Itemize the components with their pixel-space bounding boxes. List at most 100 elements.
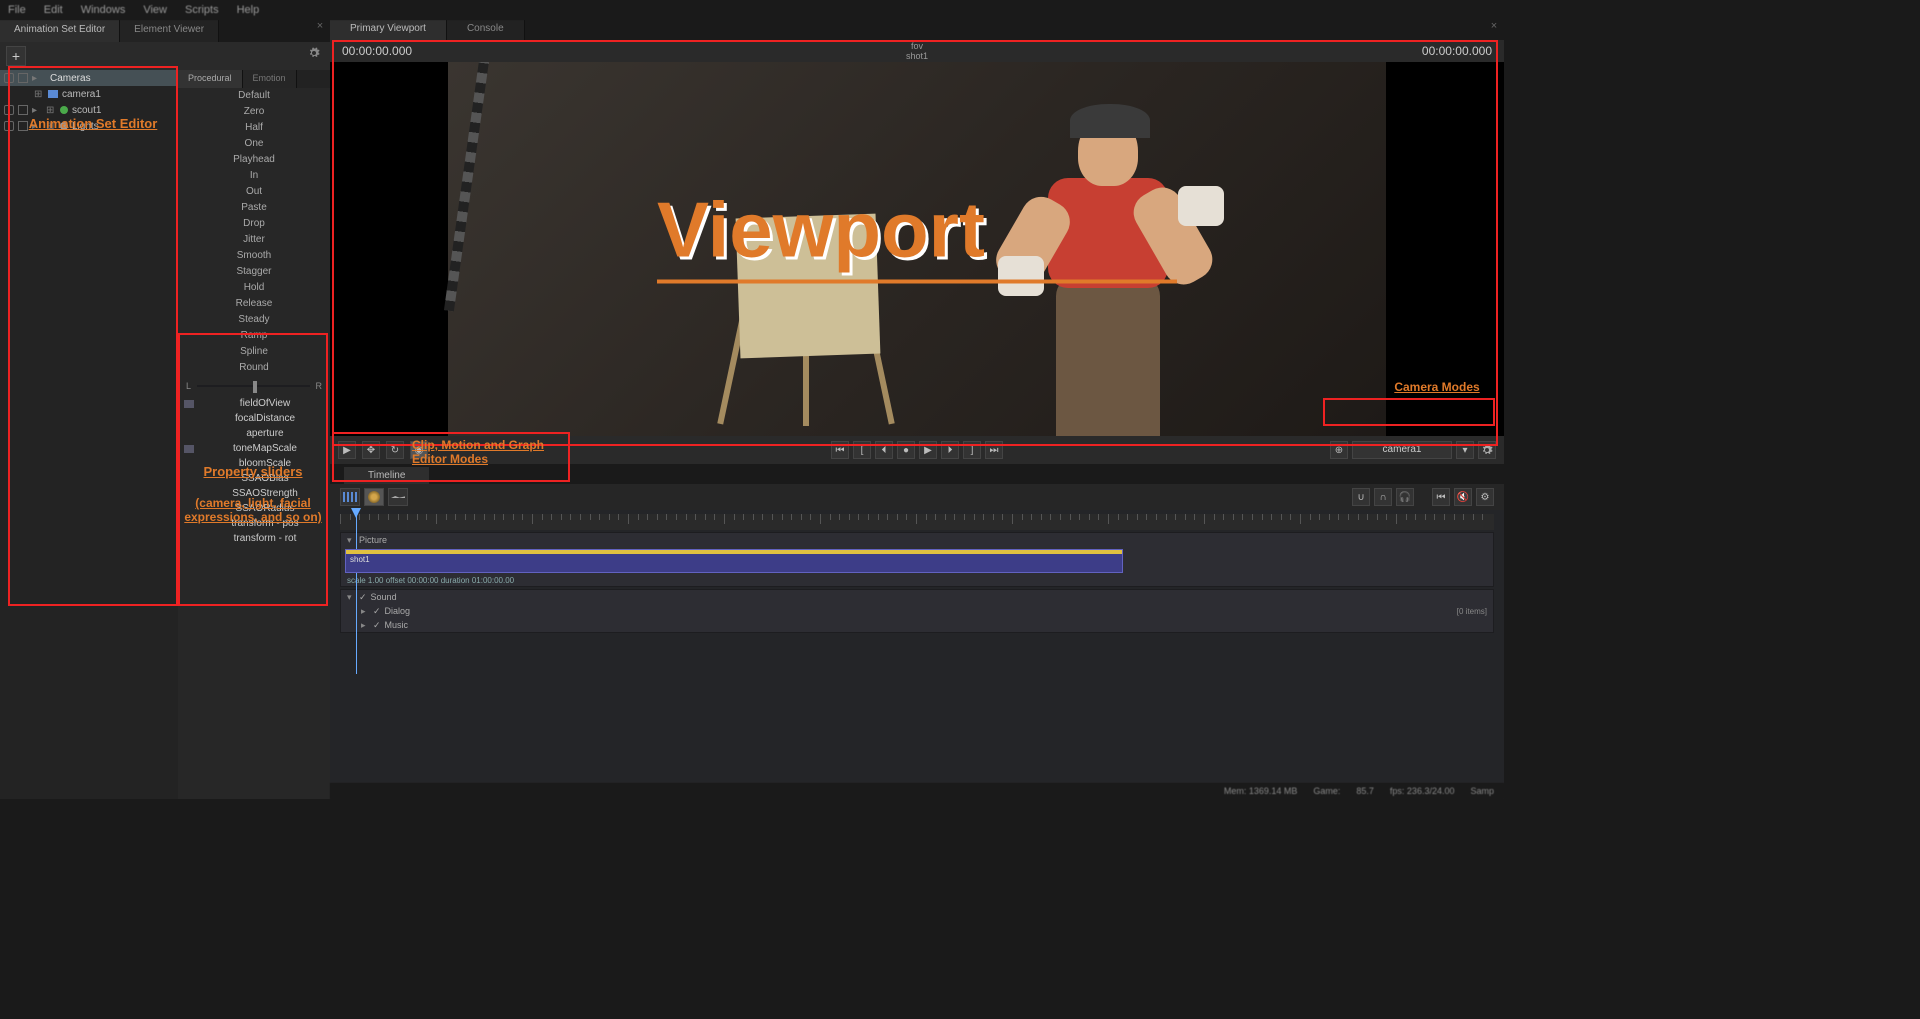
menu-file[interactable]: File [8, 4, 26, 16]
timeline-ruler[interactable] [340, 514, 1494, 530]
gear-icon[interactable] [304, 46, 324, 66]
preset-item[interactable]: Stagger [178, 264, 330, 280]
viewport-settings-button[interactable] [1478, 441, 1496, 459]
slider-thumb[interactable] [253, 381, 257, 393]
add-button[interactable]: + [6, 46, 26, 66]
tree-item-scout1[interactable]: ▸ ⊞ scout1 [0, 102, 178, 118]
next-frame-button[interactable]: ⏵ [941, 441, 959, 459]
preset-item[interactable]: Out [178, 184, 330, 200]
expand-icon[interactable]: ▸ [32, 73, 42, 84]
bracket-start-button[interactable]: [ [853, 441, 871, 459]
clip-editor-mode-button[interactable] [340, 488, 360, 506]
camera-dropdown-icon[interactable]: ▾ [1456, 441, 1474, 459]
property-slider[interactable]: transform - pos [178, 516, 330, 531]
visibility-icon[interactable] [4, 121, 14, 131]
playhead[interactable] [356, 514, 357, 674]
preset-item[interactable]: Paste [178, 200, 330, 216]
property-slider[interactable]: bloomScale [178, 456, 330, 471]
preset-item[interactable]: Jitter [178, 232, 330, 248]
property-slider[interactable]: SSAOBias [178, 471, 330, 486]
property-slider[interactable]: aperture [178, 426, 330, 441]
fast-forward-button[interactable]: ⏭ [985, 441, 1003, 459]
move-tool-button[interactable]: ✥ [362, 441, 380, 459]
menu-view[interactable]: View [143, 4, 167, 16]
preset-item[interactable]: One [178, 136, 330, 152]
headphones-icon[interactable]: 🎧 [1396, 488, 1414, 506]
tree-item-cameras[interactable]: ▸ Cameras [0, 70, 178, 86]
snap-frame-button[interactable]: ∩ [1374, 488, 1392, 506]
prev-frame-button[interactable]: ⏴ [875, 441, 893, 459]
preset-item[interactable]: Playhead [178, 152, 330, 168]
property-slider[interactable]: SSAORadius [178, 501, 330, 516]
property-slider[interactable]: SSAOStrength [178, 486, 330, 501]
camera-select[interactable]: camera1 [1352, 441, 1452, 459]
expand-icon[interactable]: ⊞ [46, 105, 56, 116]
select-icon[interactable] [18, 73, 28, 83]
menu-windows[interactable]: Windows [81, 4, 126, 16]
preset-item[interactable]: Round [178, 360, 330, 376]
expand-icon[interactable]: ▸ [32, 121, 42, 132]
visibility-icon[interactable] [4, 105, 14, 115]
motion-editor-mode-button[interactable] [364, 488, 384, 506]
visibility-icon[interactable] [4, 73, 14, 83]
menu-scripts[interactable]: Scripts [185, 4, 219, 16]
tl-mute-button[interactable]: 🔇 [1454, 488, 1472, 506]
lr-slider[interactable]: L R [178, 376, 330, 396]
tl-settings-button[interactable]: ⚙ [1476, 488, 1494, 506]
expand-icon[interactable]: ⊞ [34, 89, 44, 100]
track-name: Sound [371, 592, 397, 602]
snap-magnet-button[interactable]: ∪ [1352, 488, 1370, 506]
preset-item[interactable]: In [178, 168, 330, 184]
tab-timeline[interactable]: Timeline [344, 467, 429, 484]
track-picture[interactable]: ▾Picture shot1 scale 1.00 offset 00:00:0… [340, 532, 1494, 587]
preset-item[interactable]: Release [178, 296, 330, 312]
graph-editor-mode-button[interactable] [388, 488, 408, 506]
property-slider[interactable]: fieldOfView [178, 396, 330, 411]
preset-item[interactable]: Hold [178, 280, 330, 296]
tab-procedural[interactable]: Procedural [178, 70, 243, 88]
select-icon[interactable] [18, 105, 28, 115]
rotate-tool-button[interactable]: ↻ [386, 441, 404, 459]
property-slider[interactable]: transform - rot [178, 531, 330, 546]
play-button[interactable]: ▶ [919, 441, 937, 459]
bracket-end-button[interactable]: ] [963, 441, 981, 459]
record-button[interactable]: ● [897, 441, 915, 459]
tree-item-lights[interactable]: ▸ ⊞ Lights [0, 118, 178, 134]
preset-item[interactable]: Zero [178, 104, 330, 120]
tab-emotion[interactable]: Emotion [243, 70, 297, 88]
preset-item[interactable]: Half [178, 120, 330, 136]
preset-item[interactable]: Ramp [178, 328, 330, 344]
collapse-icon[interactable]: ▸ [361, 606, 369, 617]
rewind-button[interactable]: ⏮ [831, 441, 849, 459]
tab-animation-set-editor[interactable]: Animation Set Editor [0, 20, 120, 42]
camera-mode-icon[interactable]: ⊕ [1330, 441, 1348, 459]
track-sound[interactable]: ▾✓Sound ▸✓Dialog[0 items] ▸✓Music [340, 589, 1494, 633]
orbit-tool-button[interactable]: ◉ [410, 441, 428, 459]
expand-icon[interactable]: ⊞ [46, 121, 56, 132]
expand-icon[interactable]: ▸ [32, 105, 42, 116]
collapse-icon[interactable]: ▾ [347, 535, 355, 546]
collapse-icon[interactable]: ▸ [361, 620, 369, 631]
tab-console[interactable]: Console [447, 20, 525, 40]
viewport-3d[interactable]: Viewport [330, 62, 1504, 436]
menu-help[interactable]: Help [237, 4, 260, 16]
tab-element-viewer[interactable]: Element Viewer [120, 20, 219, 42]
close-icon[interactable]: × [1484, 20, 1504, 40]
close-icon[interactable]: × [310, 20, 330, 42]
property-slider[interactable]: focalDistance [178, 411, 330, 426]
tree-label: Cameras [46, 73, 91, 84]
preset-item[interactable]: Spline [178, 344, 330, 360]
tl-prev-button[interactable]: ⏮ [1432, 488, 1450, 506]
menu-edit[interactable]: Edit [44, 4, 63, 16]
select-tool-button[interactable]: ▶ [338, 441, 356, 459]
preset-item[interactable]: Steady [178, 312, 330, 328]
preset-item[interactable]: Default [178, 88, 330, 104]
select-icon[interactable] [18, 121, 28, 131]
tree-item-camera1[interactable]: ⊞ camera1 [0, 86, 178, 102]
collapse-icon[interactable]: ▾ [347, 592, 355, 603]
tab-primary-viewport[interactable]: Primary Viewport [330, 20, 447, 40]
preset-item[interactable]: Drop [178, 216, 330, 232]
timeline-body[interactable]: ▾Picture shot1 scale 1.00 offset 00:00:0… [330, 510, 1504, 783]
preset-item[interactable]: Smooth [178, 248, 330, 264]
property-slider[interactable]: toneMapScale [178, 441, 330, 456]
